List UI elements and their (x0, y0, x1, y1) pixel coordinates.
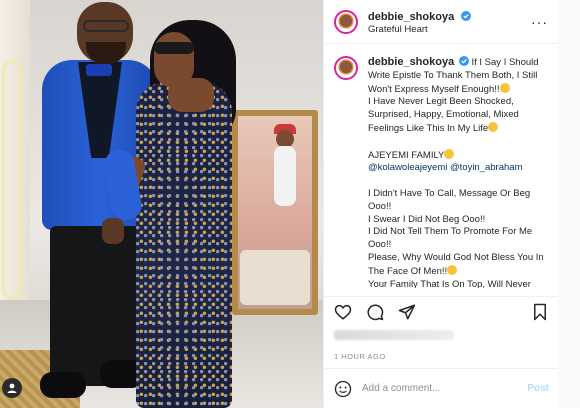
sequin-dress (136, 82, 232, 408)
tagged-user-icon[interactable] (2, 378, 22, 398)
caption-line: I Swear I Did Not Beg Ooo!! (368, 213, 486, 225)
caption-line: AJEYEMI FAMILY (368, 149, 445, 161)
more-icon[interactable]: ··· (531, 14, 548, 30)
caption-line: I Didn't Have To Call, Message Or Beg Oo… (368, 187, 531, 212)
caption: debbie_shokoya If I Say I Should Write E… (368, 56, 548, 288)
share-icon[interactable] (396, 301, 418, 323)
page-edge (558, 0, 580, 408)
sofa (240, 250, 310, 305)
post-header: debbie_shokoya Grateful Heart ··· (324, 0, 558, 44)
location[interactable]: Grateful Heart (368, 24, 471, 36)
heart-icon[interactable] (332, 301, 354, 323)
sunglasses (154, 42, 194, 54)
bookmark-icon[interactable] (529, 301, 551, 323)
caption-section: debbie_shokoya If I Say I Should Write E… (324, 44, 558, 288)
post-button[interactable]: Post (527, 383, 549, 394)
comment-bar: Post (324, 368, 559, 408)
username[interactable]: debbie_shokoya (368, 11, 454, 23)
shocked-emoji-icon (447, 264, 458, 275)
caption-username[interactable]: debbie_shokoya (368, 56, 454, 68)
action-bar (324, 296, 559, 326)
likes-blurred (334, 330, 454, 340)
verified-badge-icon (460, 10, 471, 21)
mention-link[interactable]: @kolawoleajeyemi (368, 162, 447, 173)
bow-tie (86, 64, 112, 76)
avatar[interactable] (334, 9, 358, 34)
caption-line: Your Family That Is On Top, Will Never C… (368, 278, 531, 288)
post-sidebar: debbie_shokoya Grateful Heart ··· debbie… (323, 0, 559, 408)
woman-face (154, 32, 194, 88)
crying-emoji-icon (499, 82, 510, 93)
verified-badge-icon (458, 56, 469, 66)
mention-link[interactable]: @toyin_abraham (450, 162, 523, 173)
comment-input[interactable] (362, 383, 528, 394)
crying-emoji-icon (488, 121, 499, 132)
ring-light (2, 60, 22, 300)
glasses (83, 20, 129, 32)
timestamp[interactable]: 1 HOUR AGO (334, 352, 386, 361)
comment-icon[interactable] (364, 301, 386, 323)
caption-avatar[interactable] (334, 56, 358, 80)
hugging-emoji-icon (444, 148, 455, 159)
post-photo[interactable] (0, 0, 323, 408)
caption-line: I Did Not Tell Them To Promote For Me Oo… (368, 226, 533, 251)
smiley-icon[interactable] (334, 380, 352, 398)
